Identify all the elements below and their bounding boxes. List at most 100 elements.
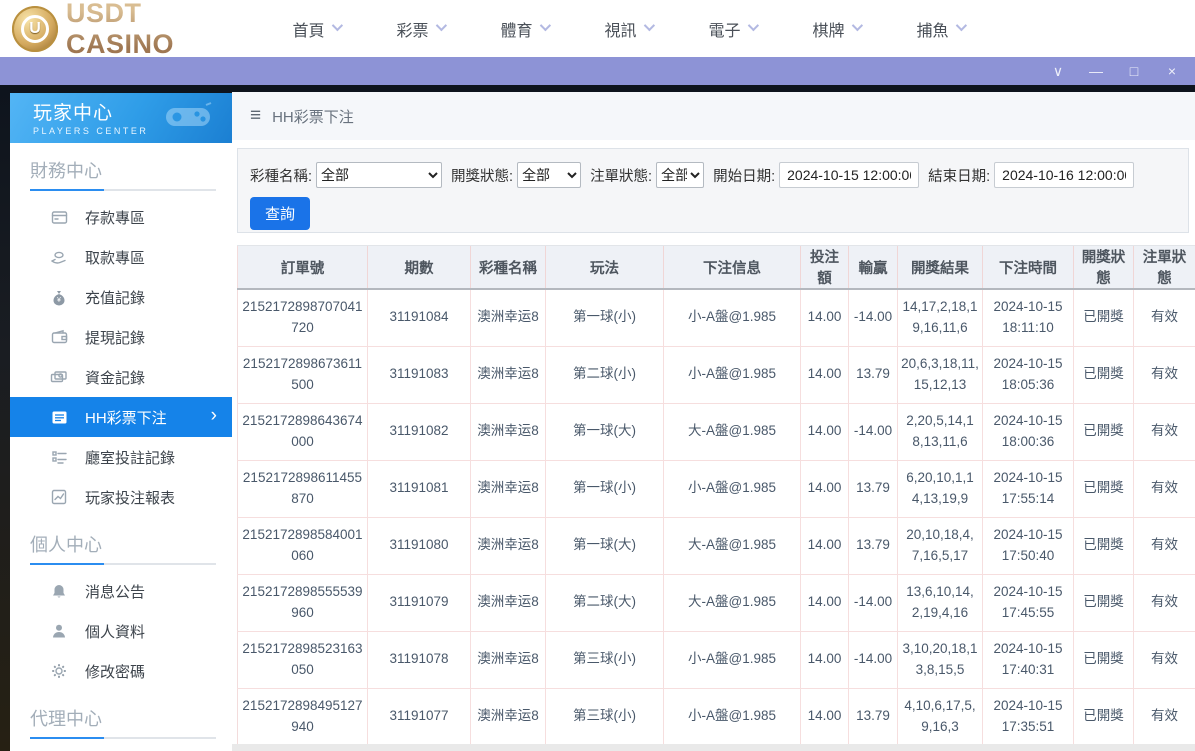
table-header-row: 訂單號 期數 彩種名稱 玩法 下注信息 投注額 輸贏 開獎結果 下注時間 開獎狀態 注單狀態 (237, 245, 1195, 290)
sidebar-item-profile[interactable]: 個人資料 (10, 611, 232, 651)
nav-item-6[interactable]: 捕魚 (888, 17, 992, 41)
column-header-3: 玩法 (545, 245, 664, 290)
nav-item-5[interactable]: 棋牌 (784, 17, 888, 41)
sidebar-item-agent-level[interactable]: 代理級別說明 (10, 745, 232, 751)
lottery-name-select[interactable]: 全部 (316, 162, 443, 188)
cell-period: 31191078 (367, 631, 471, 689)
sidebar-item-password[interactable]: 修改密碼 (10, 651, 232, 691)
cell-order-no: 2152172898555539960 (237, 574, 368, 632)
gamepad-icon (166, 102, 212, 126)
sidebar-item-label: 玩家投注報表 (85, 489, 176, 507)
cell-period: 31191081 (367, 460, 471, 518)
draw-status-select[interactable]: 全部 (517, 162, 582, 188)
cell-bet-time: 2024-10-15 17:40:31 (982, 631, 1074, 689)
table-row: 2152172898555539960 31191079 澳洲幸运8 第二球(大) 大-… (237, 574, 1195, 632)
chevron-down-icon (851, 19, 863, 32)
chevron-down-icon (955, 19, 967, 32)
profile-icon (50, 622, 68, 640)
cell-win-loss: 13.79 (848, 460, 898, 518)
minimize-icon[interactable]: — (1089, 64, 1103, 78)
cell-bet-time: 2024-10-15 17:45:55 (982, 574, 1074, 632)
nav-item-label: 捕魚 (916, 22, 949, 40)
horizontal-scrollbar[interactable] (232, 744, 1195, 751)
cell-bet-amount: 14.00 (800, 403, 849, 461)
cell-period: 31191080 (367, 517, 471, 575)
chevron-down-icon (331, 19, 343, 32)
column-header-10: 注單狀態 (1133, 245, 1195, 290)
cell-draw-result: 4,10,6,17,5,9,16,3 (897, 688, 983, 746)
sidebar-item-deposit[interactable]: 存款專區 (10, 197, 232, 237)
brand-logo[interactable]: U USDT CASINO (0, 0, 240, 60)
nav-item-3[interactable]: 視訊 (576, 17, 680, 41)
cell-draw-status: 已開獎 (1073, 460, 1134, 518)
sidebar-item-label: 個人資料 (85, 623, 146, 641)
table-row: 2152172898611455870 31191081 澳洲幸运8 第一球(小) 小-… (237, 460, 1195, 518)
sidebar-item-label: 取款專區 (85, 249, 146, 267)
close-icon[interactable]: × (1165, 64, 1179, 78)
sidebar-item-label: 提現記錄 (85, 329, 146, 347)
cell-period: 31191083 (367, 346, 471, 404)
lottery-bet-icon (50, 408, 68, 426)
cell-order-status: 有效 (1133, 346, 1195, 404)
cell-period: 31191082 (367, 403, 471, 461)
sidebar-item-lottery-bet[interactable]: HH彩票下注 › (10, 397, 232, 437)
column-header-2: 彩種名稱 (470, 245, 546, 290)
start-date-input[interactable] (779, 162, 920, 188)
start-date-label: 開始日期: (713, 168, 776, 185)
cell-draw-status: 已開獎 (1073, 403, 1134, 461)
cell-play-type: 第三球(小) (545, 631, 664, 689)
cell-bet-time: 2024-10-15 17:50:40 (982, 517, 1074, 575)
order-status-select[interactable]: 全部 (656, 162, 705, 188)
cell-draw-status: 已開獎 (1073, 517, 1134, 575)
table-row: 2152172898673611500 31191083 澳洲幸运8 第二球(小) 小-… (237, 346, 1195, 404)
bet-report-icon (50, 488, 68, 506)
maximize-icon[interactable]: □ (1127, 64, 1141, 78)
cell-order-no: 2152172898523163050 (237, 631, 368, 689)
nav-item-4[interactable]: 電子 (680, 17, 784, 41)
sidebar-item-withdraw[interactable]: 取款專區 (10, 237, 232, 277)
sidebar-item-bet-report[interactable]: 玩家投注報表 (10, 477, 232, 517)
funds-record-icon (50, 368, 68, 386)
cell-lottery-name: 澳洲幸运8 (470, 460, 546, 518)
logo-letter: U (21, 14, 49, 43)
column-header-4: 下注信息 (663, 245, 801, 290)
section-underline (30, 189, 216, 191)
column-header-5: 投注額 (800, 245, 849, 290)
sidebar-item-withdrawal-record[interactable]: 提現記錄 (10, 317, 232, 357)
sidebar-item-recharge-record[interactable]: ¥ 充值記錄 (10, 277, 232, 317)
chevron-down-icon[interactable]: ∨ (1051, 64, 1065, 78)
cell-bet-amount: 14.00 (800, 631, 849, 689)
cell-draw-result: 20,10,18,4,7,16,5,17 (897, 517, 983, 575)
sidebar-item-announcement[interactable]: 消息公告 (10, 571, 232, 611)
chevron-down-icon (539, 19, 551, 32)
query-button[interactable]: 查詢 (250, 197, 311, 230)
filter-panel: 彩種名稱: 全部 開獎狀態: 全部 注單狀態: 全部 開始日期: 結束日期: 查… (237, 148, 1189, 233)
cell-order-status: 有效 (1133, 517, 1195, 575)
sidebar-item-label: 消息公告 (85, 583, 146, 601)
cell-period: 31191079 (367, 574, 471, 632)
chevron-down-icon (643, 19, 655, 32)
cell-play-type: 第二球(小) (545, 346, 664, 404)
nav-item-2[interactable]: 體育 (472, 17, 576, 41)
nav-item-label: 體育 (500, 22, 533, 40)
cell-draw-status: 已開獎 (1073, 574, 1134, 632)
nav-item-1[interactable]: 彩票 (368, 17, 472, 41)
cell-order-status: 有效 (1133, 688, 1195, 746)
svg-text:¥: ¥ (57, 297, 61, 304)
end-date-input[interactable] (994, 162, 1135, 188)
cell-bet-info: 小-A盤@1.985 (663, 631, 801, 689)
cell-bet-time: 2024-10-15 18:00:36 (982, 403, 1074, 461)
nav-item-0[interactable]: 首頁 (264, 17, 368, 41)
chevron-down-icon (435, 19, 447, 32)
sidebar-item-room-bet-record[interactable]: 廳室投註記錄 (10, 437, 232, 477)
sidebar-item-funds-record[interactable]: 資金記錄 (10, 357, 232, 397)
cell-lottery-name: 澳洲幸运8 (470, 289, 546, 347)
cell-bet-time: 2024-10-15 18:05:36 (982, 346, 1074, 404)
main-area: 玩家中心 PLAYERS CENTER 財務中心 存款專區 取款專區 ¥ 充值記錄 提現記… (0, 85, 1195, 751)
cell-bet-info: 小-A盤@1.985 (663, 688, 801, 746)
cell-lottery-name: 澳洲幸运8 (470, 574, 546, 632)
column-header-1: 期數 (367, 245, 471, 290)
cell-win-loss: -14.00 (848, 289, 898, 347)
menu-toggle-icon[interactable]: ≡ (250, 105, 261, 127)
section-title-1: 個人中心 (30, 535, 102, 555)
